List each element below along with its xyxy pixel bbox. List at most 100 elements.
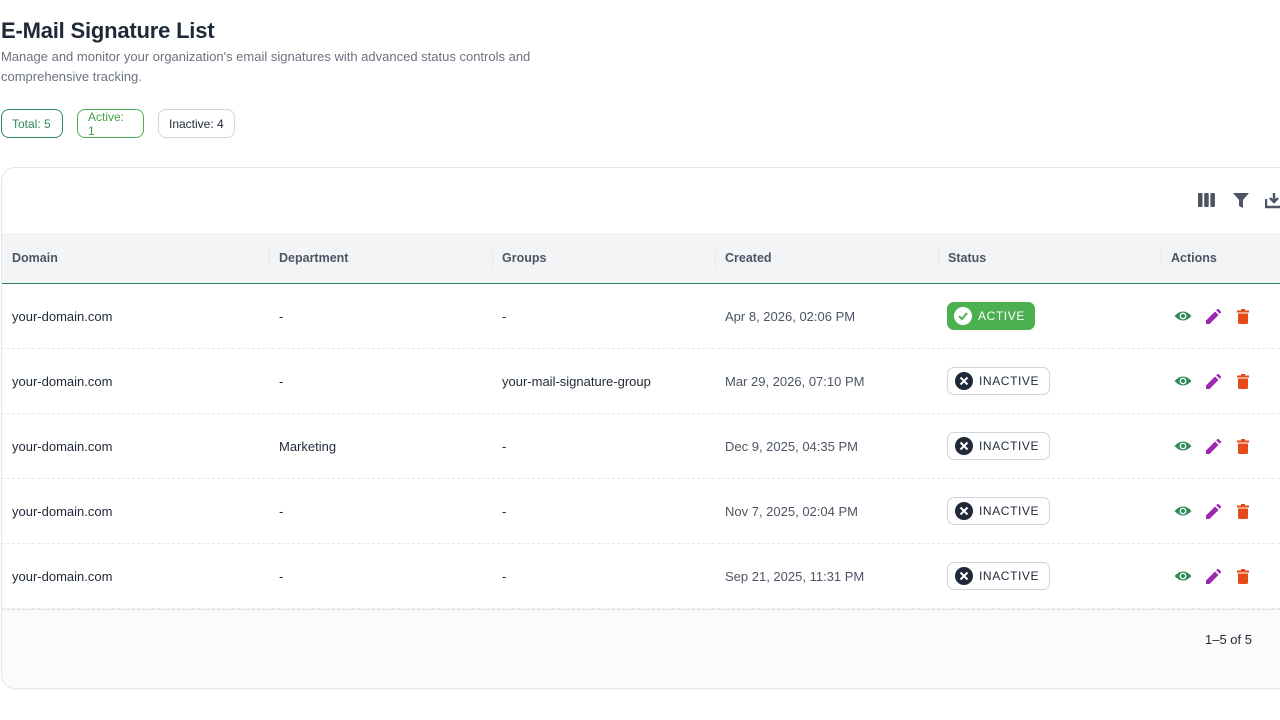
- eye-icon: [1174, 506, 1192, 516]
- cell-created: Mar 29, 2026, 07:10 PM: [725, 373, 865, 389]
- edit-button[interactable]: [1204, 567, 1222, 585]
- table-row[interactable]: your-domain.com - your-mail-signature-gr…: [2, 349, 1280, 414]
- edit-button[interactable]: [1204, 372, 1222, 390]
- cell-groups: -: [502, 568, 507, 584]
- cancel-circle-icon: [955, 437, 973, 455]
- pagination-info: 1–5 of 5: [1205, 632, 1252, 647]
- pencil-icon: [1205, 308, 1221, 324]
- cell-domain: your-domain.com: [12, 503, 113, 519]
- status-label: INACTIVE: [979, 439, 1040, 453]
- cancel-circle-icon: [955, 372, 973, 390]
- cell-actions: [1164, 349, 1252, 413]
- eye-icon: [1174, 571, 1192, 581]
- delete-button[interactable]: [1234, 502, 1252, 520]
- table-footer: 1–5 of 5: [2, 609, 1280, 688]
- column-header-actions: Actions: [1171, 251, 1217, 265]
- delete-button[interactable]: [1234, 307, 1252, 325]
- table-toolbar: [2, 168, 1280, 233]
- cell-status: INACTIVE: [937, 479, 1051, 543]
- trash-icon: [1237, 373, 1249, 389]
- cell-groups: -: [502, 503, 507, 519]
- view-button[interactable]: [1174, 567, 1192, 585]
- status-badge[interactable]: ACTIVE: [947, 302, 1035, 330]
- check-circle-icon: [954, 307, 972, 325]
- edit-button[interactable]: [1204, 437, 1222, 455]
- table-header: Domain Department Groups Created Status …: [2, 233, 1280, 284]
- table-row[interactable]: your-domain.com - - Apr 8, 2026, 02:06 P…: [2, 284, 1280, 349]
- delete-button[interactable]: [1234, 567, 1252, 585]
- cancel-circle-icon: [955, 502, 973, 520]
- eye-icon: [1174, 441, 1192, 451]
- pencil-icon: [1205, 438, 1221, 454]
- cell-domain: your-domain.com: [12, 308, 113, 324]
- export-icon: [1265, 192, 1280, 208]
- edit-button[interactable]: [1204, 502, 1222, 520]
- cell-domain: your-domain.com: [12, 438, 113, 454]
- status-label: INACTIVE: [979, 374, 1040, 388]
- view-button[interactable]: [1174, 437, 1192, 455]
- status-badge[interactable]: INACTIVE: [947, 497, 1051, 525]
- columns-icon: [1197, 193, 1215, 207]
- cell-created: Sep 21, 2025, 11:31 PM: [725, 568, 865, 584]
- delete-button[interactable]: [1234, 372, 1252, 390]
- pencil-icon: [1205, 373, 1221, 389]
- status-label: ACTIVE: [978, 309, 1025, 323]
- cell-actions: [1164, 544, 1252, 608]
- cell-groups: -: [502, 308, 507, 324]
- status-badge[interactable]: INACTIVE: [947, 432, 1051, 460]
- inactive-chip[interactable]: Inactive: 4: [158, 109, 235, 138]
- table-row[interactable]: your-domain.com - - Nov 7, 2025, 02:04 P…: [2, 479, 1280, 544]
- filter-icon: [1233, 192, 1249, 208]
- columns-button[interactable]: [1196, 190, 1216, 210]
- column-header-created[interactable]: Created: [715, 233, 938, 283]
- trash-icon: [1237, 568, 1249, 584]
- stats-chips: Total: 5 Active: 1 Inactive: 4: [1, 109, 235, 138]
- cell-created: Nov 7, 2025, 02:04 PM: [725, 503, 858, 519]
- status-label: INACTIVE: [979, 569, 1040, 583]
- page-title: E-Mail Signature List: [1, 18, 215, 43]
- eye-icon: [1174, 376, 1192, 386]
- cell-status: ACTIVE: [937, 284, 1035, 348]
- cell-domain: your-domain.com: [12, 568, 113, 584]
- cell-actions: [1164, 414, 1252, 478]
- cell-actions: [1164, 479, 1252, 543]
- cell-status: INACTIVE: [937, 544, 1051, 608]
- cell-status: INACTIVE: [937, 349, 1051, 413]
- export-button[interactable]: [1264, 190, 1280, 210]
- filter-button[interactable]: [1231, 190, 1251, 210]
- view-button[interactable]: [1174, 502, 1192, 520]
- total-chip[interactable]: Total: 5: [1, 109, 63, 138]
- active-chip[interactable]: Active: 1: [77, 109, 144, 138]
- trash-icon: [1237, 503, 1249, 519]
- column-header-department[interactable]: Department: [269, 233, 492, 283]
- signature-table: Domain Department Groups Created Status …: [1, 167, 1280, 689]
- column-header-groups[interactable]: Groups: [492, 233, 715, 283]
- status-badge[interactable]: INACTIVE: [947, 562, 1051, 590]
- table-body: your-domain.com - - Apr 8, 2026, 02:06 P…: [2, 284, 1280, 609]
- trash-icon: [1237, 308, 1249, 324]
- cancel-circle-icon: [955, 567, 973, 585]
- cell-department: -: [279, 373, 284, 389]
- cell-department: -: [279, 308, 284, 324]
- trash-icon: [1237, 438, 1249, 454]
- cell-actions: [1164, 284, 1252, 348]
- table-row[interactable]: your-domain.com - - Sep 21, 2025, 11:31 …: [2, 544, 1280, 609]
- cell-created: Dec 9, 2025, 04:35 PM: [725, 438, 858, 454]
- pencil-icon: [1205, 568, 1221, 584]
- cell-groups: your-mail-signature-group: [502, 373, 651, 389]
- edit-button[interactable]: [1204, 307, 1222, 325]
- cell-domain: your-domain.com: [12, 373, 113, 389]
- status-badge[interactable]: INACTIVE: [947, 367, 1051, 395]
- table-row[interactable]: your-domain.com Marketing - Dec 9, 2025,…: [2, 414, 1280, 479]
- cell-department: -: [279, 568, 284, 584]
- cell-status: INACTIVE: [937, 414, 1051, 478]
- view-button[interactable]: [1174, 307, 1192, 325]
- delete-button[interactable]: [1234, 437, 1252, 455]
- cell-department: Marketing: [279, 438, 337, 454]
- status-label: INACTIVE: [979, 504, 1040, 518]
- cell-groups: -: [502, 438, 507, 454]
- column-header-status[interactable]: Status: [938, 233, 1161, 283]
- view-button[interactable]: [1174, 372, 1192, 390]
- cell-created: Apr 8, 2026, 02:06 PM: [725, 308, 856, 324]
- column-header-domain[interactable]: Domain: [2, 233, 269, 283]
